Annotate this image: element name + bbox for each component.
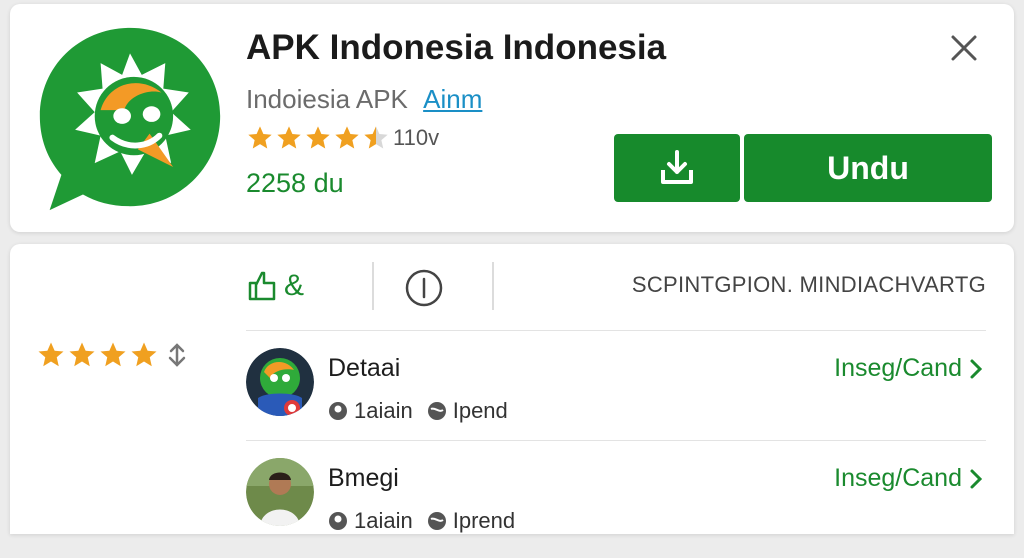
item-title: Detaai: [328, 354, 401, 382]
item-title: Bmegi: [328, 464, 399, 492]
list-item[interactable]: Detaai 1aiain Ipend Inseg/Cand: [246, 348, 986, 448]
tab-divider: [372, 262, 374, 310]
item-action[interactable]: Inseg/Cand: [834, 464, 986, 493]
tab-description[interactable]: SCPINTGPION. MINDIACHVARTG: [632, 272, 986, 298]
tab-like-label: &: [284, 269, 305, 302]
sidebar-rating: [36, 340, 190, 370]
item-meta: 1aiain Ipend: [328, 398, 508, 424]
thumbs-up-icon: [248, 271, 276, 301]
star-half-icon: [364, 126, 388, 149]
star-icon: [335, 126, 359, 149]
download-icon: [661, 150, 693, 184]
list-item[interactable]: Bmegi 1aiain Iprend Inseg/Cand: [246, 458, 986, 558]
star-icon: [38, 342, 64, 367]
chevron-right-icon: [970, 469, 983, 488]
details-card: & SCPINTGPION. MINDIACHVARTG Detaai 1aia…: [10, 244, 1014, 534]
install-button[interactable]: Undu: [744, 134, 992, 202]
app-logo: [39, 27, 221, 211]
globe-icon: [427, 512, 446, 530]
item-action[interactable]: Inseg/Cand: [834, 354, 986, 383]
tab-divider: [492, 262, 494, 310]
star-icon: [69, 342, 95, 367]
user-icon: [329, 402, 347, 420]
developer-line: Indoiesia APK Ainm: [246, 84, 482, 115]
globe-icon: [427, 402, 446, 420]
chevron-right-icon: [970, 359, 983, 378]
user-icon: [329, 512, 347, 530]
rating-row: 110v: [246, 124, 439, 152]
star-icon: [248, 126, 272, 149]
tab-bar: & SCPINTGPION. MINDIACHVARTG: [246, 258, 986, 314]
app-title: APK Indonesia Indonesia: [246, 28, 667, 67]
divider: [246, 330, 986, 331]
avatar: [246, 348, 314, 416]
avatar: [246, 458, 314, 526]
item-action-label: Inseg/Cand: [834, 464, 962, 492]
downloads-count: 2258 du: [246, 168, 344, 198]
star-icon: [306, 126, 330, 149]
divider: [246, 440, 986, 441]
item-action-label: Inseg/Cand: [834, 354, 962, 382]
app-header-card: APK Indonesia Indonesia Indoiesia APK Ai…: [10, 4, 1014, 232]
close-icon: [951, 35, 977, 61]
developer-link[interactable]: Ainm: [423, 84, 482, 114]
star-icon: [100, 342, 126, 367]
info-icon[interactable]: [404, 268, 444, 308]
close-button[interactable]: [942, 26, 986, 70]
rating-count: 110v: [393, 125, 440, 150]
sync-icon[interactable]: [164, 342, 190, 368]
star-icon: [131, 342, 157, 367]
download-button[interactable]: [614, 134, 740, 202]
item-meta-1: 1aiain: [354, 398, 413, 423]
developer-name: Indoiesia APK: [246, 84, 408, 114]
item-meta-2: Ipend: [452, 398, 508, 423]
star-icon: [277, 126, 301, 149]
tab-like[interactable]: &: [246, 262, 346, 310]
